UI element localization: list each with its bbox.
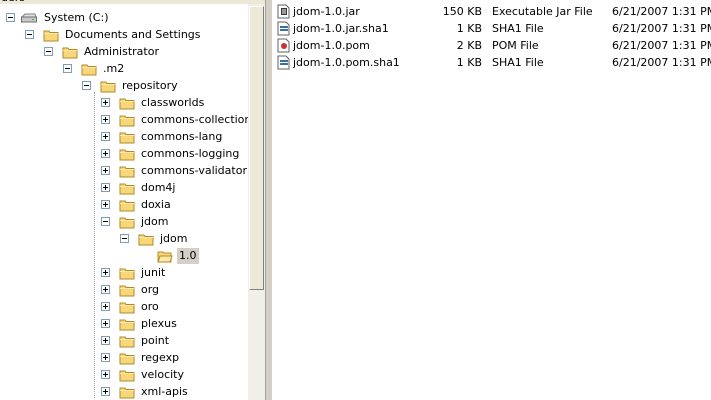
folder-icon (119, 95, 135, 111)
folder-open-icon (157, 248, 173, 264)
expand-icon[interactable] (101, 115, 110, 124)
file-name: jdom-1.0.jar.sha1 (293, 22, 389, 35)
collapse-icon[interactable] (44, 47, 53, 56)
folder-icon (119, 180, 135, 196)
tree-item-label: dom4j (141, 181, 176, 194)
sha1-file-icon (277, 21, 291, 36)
folder-icon (100, 78, 116, 94)
tree-item-label: jdom (141, 215, 169, 228)
tree-item-label: classworlds (141, 96, 205, 109)
folder-icon (119, 129, 135, 145)
file-size: 150 KB (442, 5, 482, 18)
tree-item-label: plexus (141, 317, 177, 330)
tree-item-label: point (141, 334, 170, 347)
file-row[interactable]: jdom-1.0.jar.sha1 1 KB SHA1 File 6/21/2007 … (272, 20, 711, 37)
folder-tree[interactable]: System (C:) Documents and Settings Adminis… (0, 4, 248, 400)
tree-item-label: .m2 (103, 62, 125, 75)
file-size: 2 KB (456, 39, 482, 52)
tree-item-label: commons-validator (141, 164, 247, 177)
file-row[interactable]: jdom-1.0.pom.sha1 1 KB SHA1 File 6/21/2007 … (272, 54, 711, 71)
file-modified: 6/21/2007 1:31 PM (612, 56, 711, 69)
tree-item-label: xml-apis (141, 385, 188, 398)
tree-vertical-scrollbar[interactable] (248, 4, 265, 400)
file-list[interactable]: jdom-1.0.jar 150 KB Executable Jar File 6/2… (272, 0, 711, 400)
tree-item-label: doxia (141, 198, 171, 211)
tree-item-label: junit (141, 266, 166, 279)
collapse-icon[interactable] (6, 13, 15, 22)
tree-item-label: 1.0 (177, 248, 199, 264)
file-size: 1 KB (456, 22, 482, 35)
expand-icon[interactable] (101, 149, 110, 158)
folder-icon (119, 367, 135, 383)
file-modified: 6/21/2007 1:31 PM (612, 39, 711, 52)
expand-icon[interactable] (101, 319, 110, 328)
file-type: SHA1 File (492, 22, 544, 35)
expand-icon[interactable] (101, 387, 110, 396)
tree-item-label: commons-logging (141, 147, 240, 160)
tree-item-label: System (C:) (44, 11, 109, 24)
collapse-icon[interactable] (63, 64, 72, 73)
expand-icon[interactable] (101, 200, 110, 209)
expand-icon[interactable] (101, 336, 110, 345)
file-row[interactable]: jdom-1.0.jar 150 KB Executable Jar File 6/2… (272, 3, 711, 20)
pom-file-icon (277, 38, 291, 53)
tree-item-label: regexp (141, 351, 180, 364)
folder-icon (119, 146, 135, 162)
expand-icon[interactable] (101, 370, 110, 379)
jar-file-icon (277, 4, 291, 19)
scrollbar-thumb[interactable] (249, 6, 264, 290)
tree-connector-line (94, 92, 95, 398)
sha1-file-icon (277, 55, 291, 70)
tree-item-label: commons-collections (141, 113, 248, 126)
file-modified: 6/21/2007 1:31 PM (612, 22, 711, 35)
collapse-icon[interactable] (101, 217, 110, 226)
collapse-icon[interactable] (25, 30, 34, 39)
folder-icon (138, 231, 154, 247)
tree-item-label: commons-lang (141, 130, 223, 143)
file-name: jdom-1.0.jar (293, 5, 360, 18)
file-modified: 6/21/2007 1:31 PM (612, 5, 711, 18)
expand-icon[interactable] (101, 132, 110, 141)
folder-icon (119, 316, 135, 332)
tree-item-label: jdom (160, 232, 188, 245)
expand-icon[interactable] (101, 98, 110, 107)
folder-icon (119, 197, 135, 213)
tree-item-label: oro (141, 300, 159, 313)
expand-icon[interactable] (101, 183, 110, 192)
file-row[interactable]: jdom-1.0.pom 2 KB POM File 6/21/2007 1:31 P… (272, 37, 711, 54)
folder-icon (119, 350, 135, 366)
drive-icon (20, 10, 37, 26)
expand-icon[interactable] (101, 268, 110, 277)
tree-item-label: org (141, 283, 160, 296)
folder-icon (81, 61, 97, 77)
folder-icon (43, 27, 59, 43)
expand-icon[interactable] (101, 285, 110, 294)
folder-icon (119, 333, 135, 349)
file-type: SHA1 File (492, 56, 544, 69)
collapse-icon[interactable] (82, 81, 91, 90)
tree-item-label: Administrator (84, 45, 159, 58)
folder-icon (119, 265, 135, 281)
file-type: Executable Jar File (492, 5, 593, 18)
folder-icon (119, 214, 135, 230)
tree-item-label: velocity (141, 368, 184, 381)
tree-item-label: Documents and Settings (65, 28, 201, 41)
file-name: jdom-1.0.pom (293, 39, 370, 52)
expand-icon[interactable] (101, 302, 110, 311)
folder-icon (119, 384, 135, 400)
file-type: POM File (492, 39, 539, 52)
expand-icon[interactable] (101, 166, 110, 175)
tree-item-label: repository (122, 79, 178, 92)
collapse-icon[interactable] (120, 234, 129, 243)
folder-icon (119, 282, 135, 298)
folder-icon (119, 299, 135, 315)
folder-icon (119, 163, 135, 179)
expand-icon[interactable] (101, 353, 110, 362)
folder-icon (119, 112, 135, 128)
file-size: 1 KB (456, 56, 482, 69)
folder-icon (62, 44, 78, 60)
